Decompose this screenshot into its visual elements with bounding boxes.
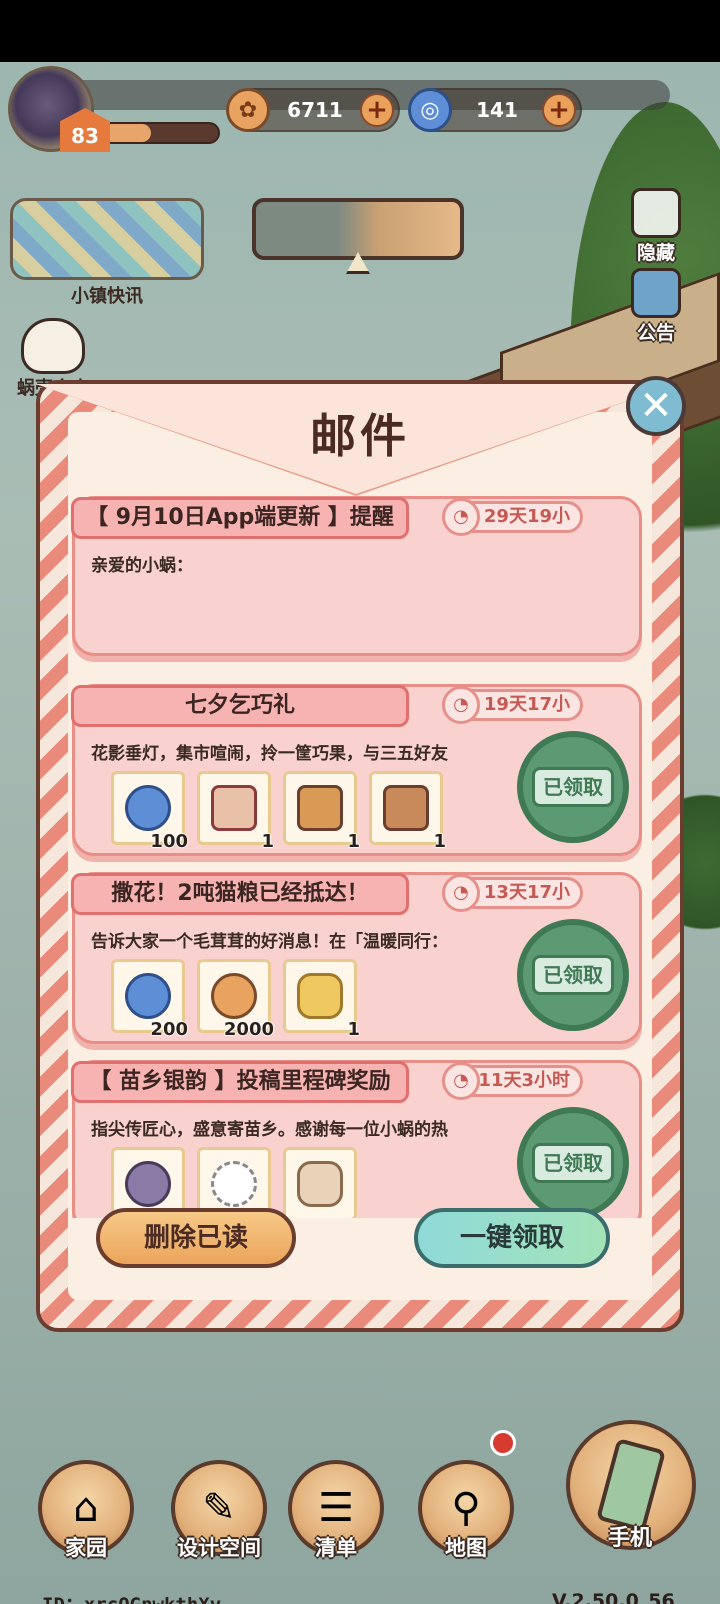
mail-list[interactable]: 【 9月10日App端更新 】提醒 ◔ 29天19小 亲爱的小蜗： 七夕乞巧礼 … [60, 490, 660, 1218]
reward-quantity: 200 [150, 1019, 188, 1040]
mail-body: 指尖传匠心，盛意寄苗乡。感谢每一位小蜗的热 [91, 1120, 448, 1140]
reward-item[interactable]: 1 [283, 771, 360, 852]
clock-icon: ◔ [442, 686, 480, 724]
nav-design[interactable]: ✎ 设计空间 [164, 1460, 274, 1562]
qiaoguo-tray-icon [297, 785, 343, 831]
avatar-frame-icon [125, 1161, 171, 1207]
hide-ui-label: 隐藏 [636, 242, 675, 264]
mail-item[interactable]: 【 苗乡银韵 】投稿里程碑奖励 ◔ 11天3小时 指尖传匠心，盛意寄苗乡。感谢每… [71, 1060, 642, 1218]
reward-item[interactable]: 1 [369, 771, 446, 852]
claimed-stamp: 已领取 [517, 731, 629, 843]
coin-icon: ✿ [226, 88, 270, 132]
frame-corners-icon [631, 188, 681, 238]
town-news-label: 小镇快讯 [71, 286, 143, 307]
mail-body: 亲爱的小蜗： [91, 556, 193, 576]
nav-list-label: 清单 [315, 1536, 357, 1560]
mail-timer-text: 19天17小 [483, 694, 570, 715]
nav-phone-label: 手机 [607, 1526, 652, 1551]
mail-title: 七夕乞巧礼 [71, 685, 409, 727]
mail-item[interactable]: 撒花！2吨猫粮已经抵达！ ◔ 13天17小 告诉大家一个毛茸茸的好消息！在「温暖… [71, 872, 642, 1044]
reward-item[interactable]: 200 [111, 959, 188, 1040]
clock-icon: ◔ [442, 1062, 480, 1100]
mail-title: 【 苗乡银韵 】投稿里程碑奖励 [71, 1061, 409, 1103]
mail-timer: ◔ 29天19小 [442, 498, 583, 536]
reward-item[interactable]: 100 [111, 771, 188, 852]
mail-title: 撒花！2吨猫粮已经抵达！ [71, 873, 409, 915]
shell-icon: ◎ [408, 88, 452, 132]
mail-item[interactable]: 【 9月10日App端更新 】提醒 ◔ 29天19小 亲爱的小蜗： [71, 496, 642, 656]
megaphone-icon [631, 268, 681, 318]
coin-counter: ✿ 6711 + [226, 88, 400, 132]
mail-body: 花影垂灯，集市喧闹，拎一筐巧果，与三五好友 [91, 744, 448, 764]
nav-home-label: 家园 [65, 1536, 107, 1560]
reward-list: 100 1 1 1 [111, 771, 446, 852]
reward-quantity: 1 [347, 831, 360, 852]
mail-timer: ◔ 19天17小 [442, 686, 583, 724]
mail-timer-text: 13天17小 [483, 882, 570, 903]
silver-necklace-icon [211, 1161, 257, 1207]
reward-quantity: 1 [347, 1019, 360, 1040]
mail-timer-text: 29天19小 [483, 506, 570, 527]
mail-timer: ◔ 13天17小 [442, 874, 583, 912]
shell-currency-icon [125, 785, 171, 831]
reward-item[interactable]: 1 [283, 959, 360, 1040]
gold-trophy-icon [297, 973, 343, 1019]
wood-plank-icon [383, 785, 429, 831]
reward-quantity: 1 [433, 831, 446, 852]
reward-item[interactable]: 1 [197, 771, 274, 852]
nav-design-label: 设计空间 [177, 1536, 261, 1560]
reward-item[interactable]: 2000 [197, 959, 274, 1040]
mail-modal-title: 邮件 [310, 409, 410, 463]
add-shells-button[interactable]: + [542, 93, 576, 127]
clock-icon: ◔ [442, 874, 480, 912]
town-news-card[interactable] [10, 198, 204, 280]
delete-read-button[interactable]: 删除已读 [96, 1208, 296, 1268]
weather-widget[interactable] [252, 198, 464, 260]
nav-list[interactable]: ☰ 清单 [286, 1460, 386, 1562]
hide-ui-button[interactable]: 隐藏 [622, 188, 690, 265]
phone-icon [595, 1437, 667, 1533]
claim-all-button[interactable]: 一键领取 [414, 1208, 610, 1268]
add-coins-button[interactable]: + [360, 93, 394, 127]
xp-bar [100, 122, 220, 144]
reward-item[interactable] [283, 1147, 357, 1218]
reward-quantity: 100 [150, 831, 188, 852]
clock-icon: ◔ [442, 498, 480, 536]
close-button[interactable]: ✕ [626, 376, 686, 436]
mail-timer-text: 11天3小时 [478, 1070, 570, 1091]
nav-map-label: 地图 [445, 1536, 487, 1560]
reward-quantity: 2000 [223, 1019, 274, 1040]
coin-currency-icon [211, 973, 257, 1019]
mail-body: 告诉大家一个毛茸茸的好消息！在「温暖同行： [91, 932, 448, 952]
claimed-stamp: 已领取 [517, 919, 629, 1031]
mail-timer: ◔ 11天3小时 [442, 1062, 583, 1100]
claimed-stamp-text: 已领取 [532, 955, 614, 995]
bottom-nav: ⌂ 家园 ✎ 设计空间 ☰ 清单 ⚲ 地图 手机 ID：xrcQGnwkthXv… [0, 1420, 720, 1604]
map-notification-dot [490, 1430, 516, 1456]
version-label: V.2.50.0_56 [552, 1590, 675, 1604]
coin-value: 6711 [287, 98, 343, 122]
nav-home[interactable]: ⌂ 家园 [36, 1460, 136, 1562]
hat-item-icon [297, 1161, 343, 1207]
notice-label: 公告 [636, 322, 675, 344]
reward-quantity: 1 [261, 831, 274, 852]
cat-icon [21, 318, 85, 374]
shell-value: 141 [476, 98, 518, 122]
mail-item[interactable]: 七夕乞巧礼 ◔ 19天17小 花影垂灯，集市喧闹，拎一筐巧果，与三五好友 100… [71, 684, 642, 856]
shell-currency-icon [125, 973, 171, 1019]
reward-list: 200 2000 1 [111, 959, 360, 1040]
claimed-stamp-text: 已领取 [532, 1143, 614, 1183]
nav-map[interactable]: ⚲ 地图 [416, 1460, 516, 1562]
claimed-stamp: 已领取 [517, 1107, 629, 1218]
close-icon: ✕ [639, 383, 673, 429]
claimed-stamp-text: 已领取 [532, 767, 614, 807]
ribbon-item-icon [211, 785, 257, 831]
user-id: ID：xrcQGnwkthXv [42, 1590, 221, 1604]
mail-title: 【 9月10日App端更新 】提醒 [71, 497, 409, 539]
shell-counter: ◎ 141 + [408, 88, 582, 132]
notice-button[interactable]: 公告 [622, 268, 690, 345]
